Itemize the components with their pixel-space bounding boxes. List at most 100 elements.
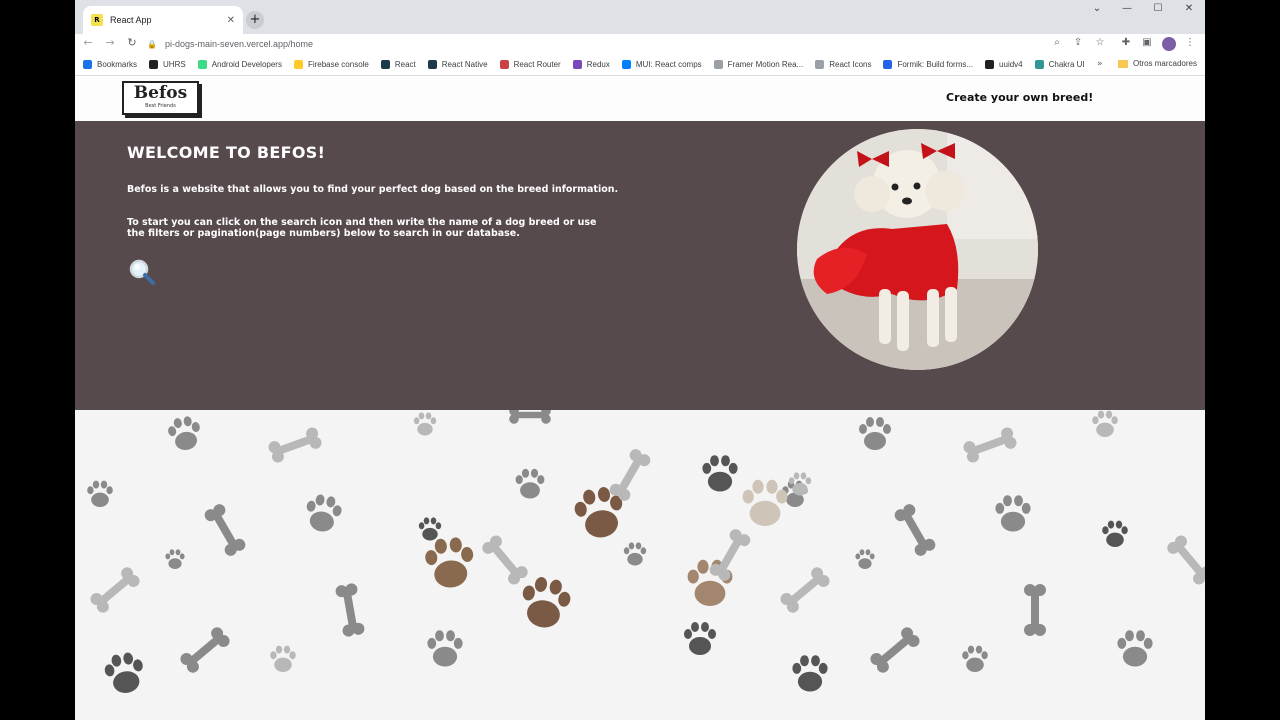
profile-avatar[interactable] [1162, 37, 1176, 51]
bookmark-label: React [394, 60, 416, 69]
bookmark-favicon-icon [197, 60, 207, 69]
bookmark-item[interactable]: uuidv4 [985, 60, 1023, 69]
reload-icon[interactable]: ↻ [123, 36, 141, 49]
bookmark-label: Formik: Build forms... [897, 60, 974, 69]
minimize-icon[interactable]: — [1113, 3, 1141, 14]
hero-instructions-text: To start you can click on the search ico… [127, 217, 597, 239]
lock-icon: 🔒 [147, 39, 157, 49]
paw-print-icon [165, 549, 185, 569]
bookmark-favicon-icon [499, 60, 509, 69]
bookmark-item[interactable]: MUI: React comps [621, 60, 702, 69]
bookmark-item[interactable]: React Icons [815, 60, 871, 69]
back-arrow-icon[interactable]: ← [79, 36, 97, 49]
bone-icon [709, 529, 751, 581]
browser-toolbar: ← → ↻ 🔒 pi-dogs-main-seven.vercel.app/ho… [75, 34, 1205, 54]
bookmark-label: React Icons [829, 60, 872, 69]
share-icon[interactable]: ⇪ [1071, 37, 1085, 48]
close-window-icon[interactable]: ✕ [1175, 3, 1203, 14]
bookmark-favicon-icon [1034, 60, 1044, 69]
bookmark-item[interactable]: UHRS [149, 60, 186, 69]
menu-kebab-icon[interactable]: ⋮ [1183, 37, 1197, 48]
bookmark-favicon-icon [985, 60, 995, 69]
bookmark-item[interactable]: React Native [427, 60, 488, 69]
address-bar[interactable]: 🔒 pi-dogs-main-seven.vercel.app/home [147, 35, 1067, 53]
bone-icon [780, 567, 830, 613]
paw-print-icon [87, 480, 113, 507]
url-text: pi-dogs-main-seven.vercel.app/home [164, 39, 314, 49]
paw-print-icon [427, 630, 463, 667]
search-magnifier-icon[interactable] [127, 257, 157, 287]
bookmark-favicon-icon [380, 60, 390, 69]
paw-print-icon [1102, 520, 1128, 547]
browser-tab[interactable]: R React App ✕ [83, 6, 243, 34]
paw-print-icon [515, 468, 545, 499]
paw-print-icon [168, 416, 200, 450]
other-bookmarks-folder[interactable]: Otros marcadores [1117, 59, 1197, 68]
paw-print-icon [306, 494, 342, 532]
paw-print-icon [522, 577, 571, 628]
paw-print-icon [418, 517, 442, 541]
bone-icon [335, 583, 365, 637]
bookmark-item[interactable]: Formik: Build forms... [883, 60, 973, 69]
paw-print-icon [742, 479, 788, 526]
bookmark-label: React Native [441, 60, 488, 69]
hero-intro-text: Befos is a website that allows you to fi… [127, 184, 619, 195]
bookmark-item[interactable]: Chakra UI [1034, 60, 1085, 69]
bookmark-item[interactable]: Redux [572, 60, 610, 69]
folder-icon [1117, 59, 1128, 68]
logo-name: Befos [133, 83, 188, 103]
paw-print-icon [684, 622, 716, 655]
bookmark-favicon-icon [883, 60, 893, 69]
maximize-icon[interactable]: ☐ [1144, 3, 1172, 14]
bookmark-label: UHRS [163, 60, 186, 69]
paw-print-icon [702, 455, 738, 492]
forward-arrow-icon[interactable]: → [101, 36, 119, 49]
bookmark-label: uuidv4 [999, 60, 1023, 69]
paw-pattern-background [75, 410, 1205, 720]
other-bookmarks-label: Otros marcadores [1132, 59, 1197, 68]
side-panel-icon[interactable]: ▣ [1140, 37, 1154, 48]
bone-icon [894, 504, 936, 556]
bookmark-item[interactable]: Android Developers [197, 60, 282, 69]
paw-print-icon [104, 652, 143, 693]
befos-logo[interactable]: Befos Best Friends [122, 81, 199, 115]
bookmark-star-icon[interactable]: ☆ [1093, 37, 1107, 48]
bookmark-favicon-icon [572, 60, 582, 69]
poodle-photo [797, 129, 1038, 370]
bookmark-label: React Router [513, 60, 561, 69]
more-bookmarks-chevron-icon[interactable]: » [1097, 59, 1103, 69]
bookmark-item[interactable]: React Router [499, 60, 561, 69]
zoom-icon[interactable]: ⌕ [1050, 37, 1064, 48]
extensions-puzzle-icon[interactable]: ✚ [1119, 37, 1133, 48]
tab-search-chevron-icon[interactable]: ⌄ [1083, 3, 1111, 14]
browser-window: R React App ✕ + ⌄ — ☐ ✕ ← → ↻ 🔒 pi-dogs-… [75, 0, 1205, 720]
create-breed-link[interactable]: Create your own breed! [946, 91, 1093, 104]
bookmark-item[interactable]: Firebase console [293, 60, 369, 69]
bookmark-favicon-icon [427, 60, 437, 69]
bookmark-label: Chakra UI [1048, 60, 1085, 69]
new-tab-plus-icon[interactable]: + [246, 11, 264, 29]
paw-print-icon [425, 537, 474, 588]
paw-print-icon [962, 645, 988, 672]
paw-print-icon [413, 412, 437, 436]
bookmark-favicon-icon [713, 60, 723, 69]
bookmark-item[interactable]: Bookmarks [83, 60, 137, 69]
bookmark-favicon-icon [815, 60, 825, 69]
bookmark-favicon-icon [149, 60, 159, 69]
bone-icon [1024, 584, 1046, 636]
bookmark-label: Firebase console [307, 60, 369, 69]
logo-tagline: Best Friends [145, 103, 176, 109]
paw-print-icon [855, 549, 875, 569]
paw-print-icon [792, 655, 828, 692]
bone-icon [609, 449, 651, 501]
bone-icon [180, 627, 230, 673]
hero-title: WELCOME TO BEFOS! [127, 143, 326, 162]
bookmark-item[interactable]: React [380, 60, 416, 69]
bone-icon [963, 427, 1017, 463]
bookmark-favicon-icon [293, 60, 303, 69]
close-tab-icon[interactable]: ✕ [227, 15, 235, 26]
paw-print-icon [270, 645, 296, 672]
paw-print-icon [1117, 630, 1153, 667]
bookmark-item[interactable]: Framer Motion Rea... [713, 60, 803, 69]
paw-print-icon [995, 495, 1031, 532]
